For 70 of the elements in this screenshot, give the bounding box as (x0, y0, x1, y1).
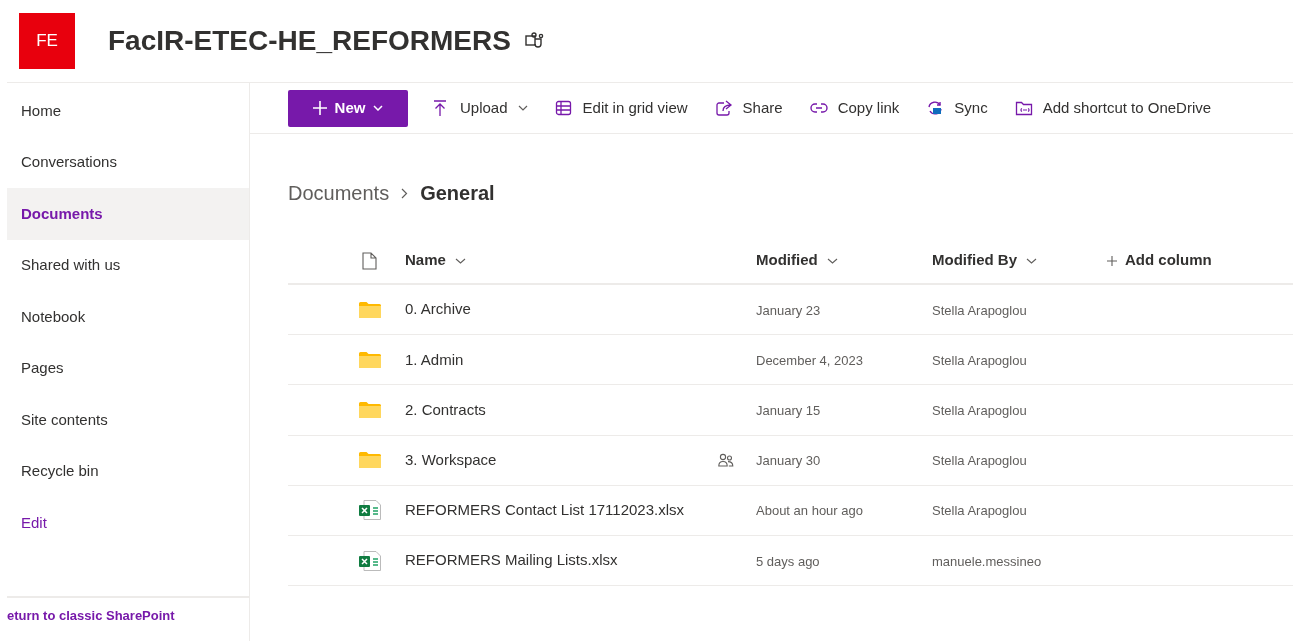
modified-by-name: Stella Arapoglou (932, 302, 1027, 318)
file-row[interactable]: REFORMERS Mailing Lists.xlsx 5 days ago manuele.messineo (288, 535, 1293, 587)
name-column-header[interactable]: Name (405, 249, 466, 272)
file-name-link[interactable]: REFORMERS Contact List 17112023.xlsx (405, 499, 684, 522)
breadcrumb-link[interactable]: Documents (288, 178, 390, 208)
nav-item[interactable]: Notebook (7, 291, 249, 343)
file-name-link[interactable]: 0. Archive (405, 298, 471, 321)
sort-caret-icon (454, 257, 466, 264)
site-logo: FE (19, 13, 75, 69)
file-row[interactable]: 3. Workspace January 30 Stella Arapoglou (288, 435, 1293, 486)
grid-icon (554, 99, 573, 117)
file-name-link[interactable]: 3. Workspace (405, 448, 497, 472)
modified-date: December 4, 2023 (756, 352, 863, 368)
file-row[interactable]: 2. Contracts January 15 Stella Arapoglou (288, 385, 1293, 436)
link-button[interactable]: Copy link (809, 89, 900, 127)
upload-button[interactable]: Upload (432, 89, 528, 127)
share-button[interactable]: Share (714, 89, 783, 127)
file-row[interactable]: 1. Admin December 4, 2023 Stella Arapoglou (288, 335, 1293, 386)
file-name-link[interactable]: REFORMERS Mailing Lists.xlsx (405, 549, 618, 572)
modified-by-name: Stella Arapoglou (932, 503, 1027, 519)
modified-by-name: Stella Arapoglou (932, 352, 1027, 368)
sort-caret-icon (826, 257, 838, 264)
nav-item[interactable]: Home (7, 85, 249, 137)
file-row[interactable]: REFORMERS Contact List 17112023.xlsx About an hour ago Stella Arapoglou (288, 485, 1293, 536)
modified-date: January 23 (756, 302, 821, 318)
plus-icon (312, 101, 327, 115)
modified-by-name: Stella Arapoglou (932, 453, 1027, 469)
modified-date: About an hour ago (756, 503, 863, 519)
file-name-link[interactable]: 2. Contracts (405, 398, 486, 422)
modified-by-column-header[interactable]: Modified By (932, 249, 1037, 272)
modified-date: January 15 (756, 402, 821, 418)
folder-icon (359, 452, 381, 469)
nav-item[interactable]: Site contents (7, 394, 249, 446)
add-column-button[interactable]: Add column (1107, 249, 1212, 272)
new-button[interactable]: New (288, 89, 408, 127)
modified-by-name: manuele.messineo (932, 553, 1042, 569)
sort-caret-icon (1026, 257, 1037, 264)
nav-item[interactable]: Shared with us (7, 239, 249, 291)
folder-icon (359, 351, 381, 368)
chevron-icon (401, 187, 409, 199)
caret-icon (517, 105, 528, 111)
modified-date: 5 days ago (756, 553, 820, 569)
plus-icon (1107, 255, 1117, 266)
file-name-link[interactable]: 1. Admin (405, 348, 464, 372)
caret-icon (373, 105, 384, 111)
shortcut-button[interactable]: Add shortcut to OneDrive (1014, 89, 1212, 127)
sync-button[interactable]: Sync (926, 89, 988, 127)
teams-icon[interactable] (524, 32, 545, 50)
nav-item[interactable]: Recycle bin (7, 445, 249, 497)
sync-icon (926, 99, 945, 117)
classic-sharepoint-link[interactable]: eturn to classic SharePoint (7, 606, 175, 626)
modified-date: January 30 (756, 453, 821, 469)
excel-file-icon (359, 500, 381, 521)
modified-by-name: Stella Arapoglou (932, 402, 1027, 418)
share-icon (714, 99, 733, 117)
file-row[interactable]: 0. Archive January 23 Stella Arapoglou (288, 285, 1293, 336)
folder-icon (359, 401, 381, 418)
nav-item[interactable]: Pages (7, 342, 249, 394)
grid-button[interactable]: Edit in grid view (554, 89, 688, 127)
breadcrumb-current[interactable]: General (420, 178, 495, 208)
shared-icon (718, 453, 734, 468)
site-title[interactable]: FacIR-ETEC-HE_REFORMERS (108, 20, 511, 62)
folder-icon (359, 301, 381, 318)
edit-link[interactable]: Edit (7, 497, 249, 549)
file-type-icon (362, 251, 377, 270)
folder-link-icon (1014, 99, 1033, 117)
excel-file-icon (359, 550, 381, 571)
nav-item[interactable]: Conversations (7, 136, 249, 188)
modified-column-header[interactable]: Modified (756, 249, 838, 272)
nav-item[interactable]: Documents (7, 188, 249, 240)
